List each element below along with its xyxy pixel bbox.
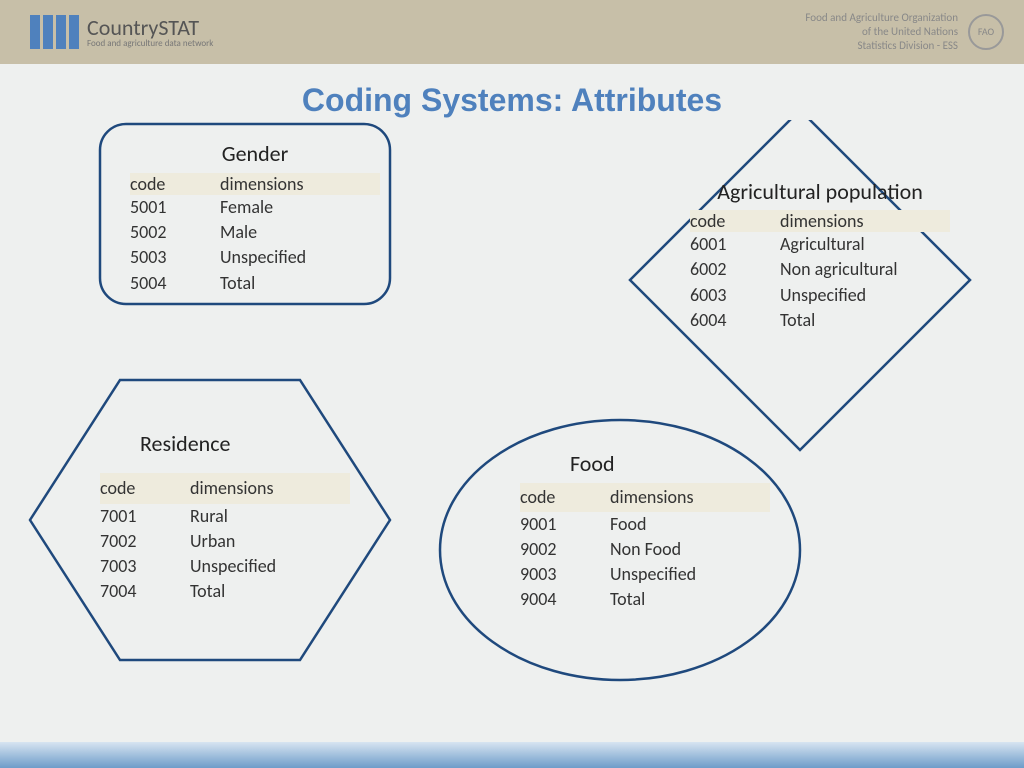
countrystat-logo: CountrySTAT Food and agriculture data ne…	[30, 15, 213, 49]
logo-subtitle: Food and agriculture data network	[87, 39, 213, 48]
footer-bar	[0, 742, 1024, 768]
logo-title: CountrySTAT	[87, 17, 213, 39]
col-header-dimensions: dimensions	[220, 173, 380, 195]
table-row: 5004Total	[130, 271, 380, 296]
table-row: 7004Total	[100, 579, 350, 604]
col-header-code: code	[130, 173, 220, 195]
table-row: 6001Agricultural	[690, 232, 950, 257]
table-row: 5002Male	[130, 220, 380, 245]
table-row: 7003Unspecified	[100, 554, 350, 579]
table-row: 7001Rural	[100, 504, 350, 529]
header-bar: CountrySTAT Food and agriculture data ne…	[0, 0, 1024, 64]
col-header-code: code	[100, 473, 190, 504]
fao-attribution: Food and Agriculture Organization of the…	[805, 11, 1004, 54]
col-header-dimensions: dimensions	[780, 210, 940, 232]
residence-table: code dimensions 7001Rural 7002Urban 7003…	[100, 473, 350, 604]
col-header-dimensions: dimensions	[190, 473, 350, 504]
table-row: 9004Total	[520, 587, 770, 612]
agricultural-block: Agricultural population code dimensions …	[690, 180, 950, 333]
diagram-canvas: Gender code dimensions 5001Female 5002Ma…	[0, 120, 1024, 740]
table-row: 6004Total	[690, 308, 950, 333]
food-block: Food code dimensions 9001Food 9002Non Fo…	[520, 450, 770, 613]
fao-emblem-icon: FAO	[968, 14, 1004, 50]
col-header-code: code	[520, 483, 610, 512]
residence-title: Residence	[100, 430, 350, 457]
fao-line2: of the United Nations	[805, 25, 958, 39]
gender-table: code dimensions 5001Female 5002Male 5003…	[130, 173, 380, 296]
food-title: Food	[520, 450, 770, 477]
fao-line1: Food and Agriculture Organization	[805, 11, 958, 25]
residence-block: Residence code dimensions 7001Rural 7002…	[100, 430, 350, 604]
gender-title: Gender	[130, 140, 380, 167]
table-row: 5003Unspecified	[130, 245, 380, 270]
table-row: 9002Non Food	[520, 537, 770, 562]
col-header-code: code	[690, 210, 780, 232]
logo-bars-icon	[30, 15, 79, 49]
table-row: 6003Unspecified	[690, 283, 950, 308]
col-header-dimensions: dimensions	[610, 483, 770, 512]
table-row: 5001Female	[130, 195, 380, 220]
table-row: 6002Non agricultural	[690, 257, 950, 282]
table-row: 9001Food	[520, 512, 770, 537]
gender-block: Gender code dimensions 5001Female 5002Ma…	[130, 140, 380, 296]
table-row: 7002Urban	[100, 529, 350, 554]
fao-line3: Statistics Division - ESS	[805, 39, 958, 53]
slide-title: Coding Systems: Attributes	[0, 82, 1024, 119]
agricultural-title: Agricultural population	[690, 180, 950, 204]
table-row: 9003Unspecified	[520, 562, 770, 587]
food-table: code dimensions 9001Food 9002Non Food 90…	[520, 483, 770, 613]
agricultural-table: code dimensions 6001Agricultural 6002Non…	[690, 210, 950, 333]
